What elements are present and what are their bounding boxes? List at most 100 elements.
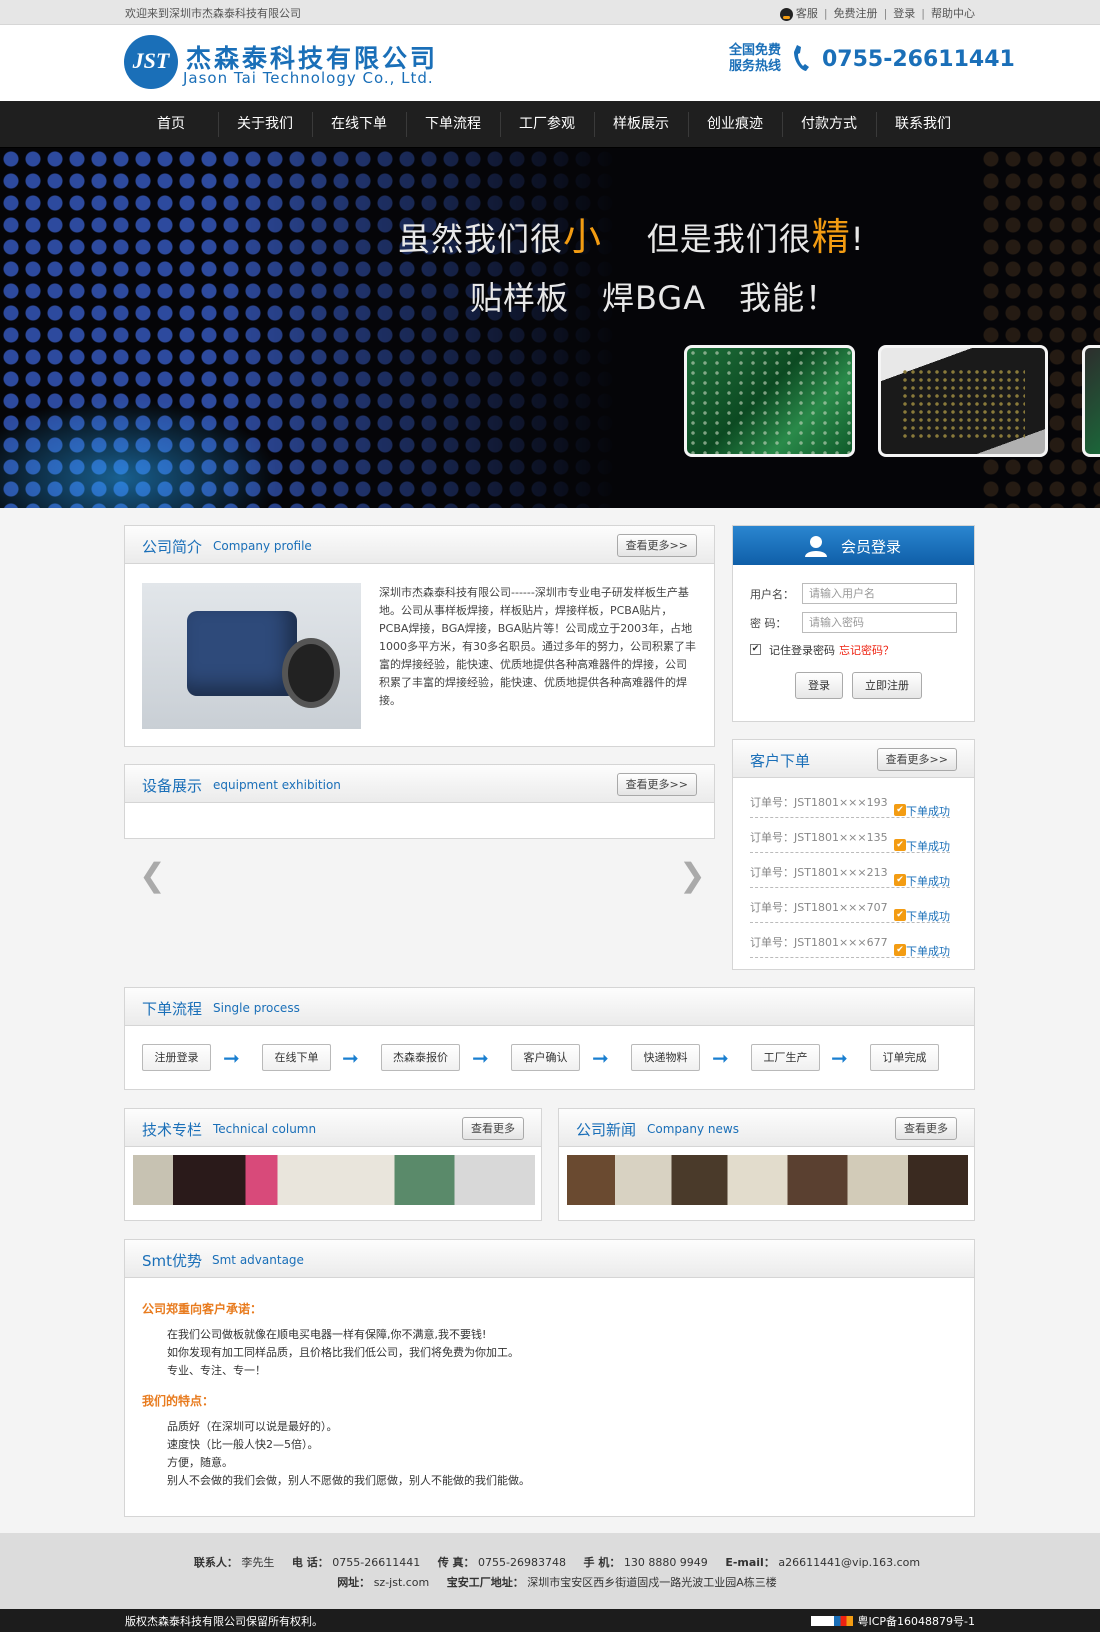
divider: | [883, 6, 888, 20]
arrow-right-icon: ➞ [472, 1046, 489, 1070]
panel-title: 设备展示 [142, 777, 203, 795]
hotline-number: 0755-26611441 [822, 47, 1015, 72]
order-status: 下单成功 [906, 805, 950, 818]
carousel-next-icon[interactable]: ❯ [679, 856, 706, 894]
panel-subtitle: Smt advantage [212, 1253, 304, 1267]
order-item[interactable]: 订单号：JST1801×××213 ✔ 下单成功 [750, 854, 950, 888]
copyright-text: 版权杰森泰科技有限公司保留所有权利。 [125, 1615, 323, 1628]
email-value[interactable]: a26611441@vip.163.com [778, 1556, 920, 1569]
news-image[interactable] [567, 1155, 968, 1205]
fax-label: 传 真： [437, 1556, 475, 1569]
link-help[interactable]: 帮助中心 [931, 5, 975, 21]
nav-contact[interactable]: 联系我们 [876, 101, 970, 148]
panel-header: 公司简介 Company profile 查看更多>> [125, 526, 714, 564]
password-input[interactable]: 请输入密码 [802, 612, 957, 633]
nav-factory[interactable]: 工厂参观 [500, 101, 594, 148]
step-shipping[interactable]: 快递物料 [631, 1044, 700, 1071]
pcb-image-partial[interactable] [1082, 345, 1100, 457]
step-register[interactable]: 注册登录 [142, 1044, 211, 1071]
icp-number[interactable]: 粤ICP备16048879号-1 [857, 1615, 975, 1628]
panel-header: Smt优势 Smt advantage [125, 1240, 974, 1278]
profile-text: 深圳市杰森泰科技有限公司------深圳市专业电子研发样板生产基地。公司从事样板… [379, 586, 696, 707]
nav-online-order[interactable]: 在线下单 [312, 101, 406, 148]
order-item[interactable]: 订单号：JST1801×××677 ✔ 下单成功 [750, 924, 950, 958]
login-button[interactable]: 登录 [795, 672, 843, 699]
panel-header: 公司新闻 Company news 查看更多 [559, 1109, 974, 1147]
remember-checkbox[interactable]: ✔ [750, 644, 761, 655]
hero-banner[interactable]: 虽然我们很小 但是我们很精! 贴样板 焊BGA 我能！ [0, 148, 1100, 508]
top-bar: 欢迎来到深圳市杰森泰科技有限公司 客服 | 免费注册 | 登录 | 帮助中心 [0, 0, 1100, 25]
step-confirm[interactable]: 客户确认 [511, 1044, 580, 1071]
email-label: E-mail： [725, 1556, 775, 1569]
step-quote[interactable]: 杰森泰报价 [381, 1044, 460, 1071]
welcome-text: 欢迎来到深圳市杰森泰科技有限公司 [125, 7, 301, 20]
order-item[interactable]: 订单号：JST1801×××193 ✔ 下单成功 [750, 784, 950, 818]
equipment-panel: 设备展示 equipment exhibition 查看更多>> [124, 764, 715, 839]
engine-image[interactable] [142, 583, 361, 729]
logo-name-en[interactable]: Jason Tai Technology Co., Ltd. [183, 69, 434, 87]
nav-samples[interactable]: 样板展示 [594, 101, 688, 148]
nav-order-process[interactable]: 下单流程 [406, 101, 500, 148]
panel-subtitle: Company news [647, 1122, 739, 1136]
arrow-right-icon: ➞ [712, 1046, 729, 1070]
arrow-right-icon: ➞ [223, 1046, 240, 1070]
order-item[interactable]: 订单号：JST1801×××707 ✔ 下单成功 [750, 889, 950, 923]
contact-label: 联系人： [193, 1556, 238, 1569]
panel-header: 下单流程 Single process [125, 988, 974, 1026]
panel-title: 下单流程 [142, 1000, 203, 1018]
pcb-image-green[interactable] [684, 345, 855, 457]
feature-line: 别人不会做的我们会做，别人不愿做的我们愿做，别人不能做的我们能做。 [167, 1474, 530, 1487]
slogan-part: 但是我们很 [646, 220, 812, 258]
check-icon: ✔ [894, 804, 906, 816]
order-status: 下单成功 [906, 875, 950, 888]
nav-payment[interactable]: 付款方式 [782, 101, 876, 148]
carousel-prev-icon[interactable]: ❮ [139, 856, 166, 894]
panel-title: 公司新闻 [576, 1121, 637, 1139]
nav-about[interactable]: 关于我们 [218, 101, 312, 148]
step-production[interactable]: 工厂生产 [751, 1044, 820, 1071]
forgot-password-link[interactable]: 忘记密码？ [839, 644, 894, 657]
order-number: 订单号：JST1801×××135 [750, 831, 888, 844]
order-number: 订单号：JST1801×××193 [750, 796, 888, 809]
link-service[interactable]: 客服 [796, 5, 818, 21]
step-online-order[interactable]: 在线下单 [262, 1044, 331, 1071]
link-register[interactable]: 免费注册 [834, 5, 878, 21]
view-more-button[interactable]: 查看更多>> [616, 773, 697, 796]
engine-flywheel [282, 638, 340, 708]
panel-subtitle: equipment exhibition [213, 778, 341, 792]
customer-orders-panel: 客户下单 查看更多>> 订单号：JST1801×××193 ✔ 下单成功 订单号：J… [732, 739, 975, 970]
arrow-right-icon: ➞ [342, 1046, 359, 1070]
pcb-image-black[interactable] [878, 345, 1048, 457]
logo[interactable]: JST [124, 35, 178, 89]
site-label: 网址： [337, 1576, 371, 1589]
address-value: 深圳市宝安区西乡街道固戍一路光波工业园A栋三楼 [527, 1576, 777, 1589]
panel-title: 客户下单 [750, 752, 811, 770]
view-more-button[interactable]: 查看更多>> [616, 534, 697, 557]
view-more-button[interactable]: 查看更多 [462, 1117, 524, 1140]
link-login[interactable]: 登录 [893, 5, 915, 21]
username-input[interactable]: 请输入用户名 [802, 583, 957, 604]
step-complete[interactable]: 订单完成 [870, 1044, 939, 1071]
order-item[interactable]: 订单号：JST1801×××135 ✔ 下单成功 [750, 819, 950, 853]
order-number: 订单号：JST1801×××677 [750, 936, 888, 949]
technical-image[interactable] [133, 1155, 535, 1205]
slogan-part: 虽然我们很 [398, 220, 564, 258]
view-more-button[interactable]: 查看更多>> [876, 748, 957, 771]
register-button[interactable]: 立即注册 [852, 672, 922, 699]
logo-mark-text: JST [132, 48, 170, 73]
member-login-panel: 会员登录 用户名： 请输入用户名 密 码： 请输入密码 ✔ 记住登录密码 忘记密码… [732, 525, 975, 722]
site-value[interactable]: sz-jst.com [374, 1576, 430, 1589]
nav-history[interactable]: 创业痕迹 [688, 101, 782, 148]
cnzz-stats-icon[interactable] [811, 1616, 854, 1626]
technical-column-panel: 技术专栏 Technical column 查看更多 [124, 1108, 542, 1221]
check-icon: ✔ [894, 874, 906, 886]
login-title: 会员登录 [841, 538, 902, 556]
hotline-label: 全国免费 服务热线 [729, 43, 782, 74]
feature-line: 品质好（在深圳可以说是最好的）。 [167, 1420, 338, 1433]
qq-icon [779, 7, 793, 21]
feature-line: 速度快（比一般人快2—5倍）。 [167, 1438, 319, 1451]
panel-header: 设备展示 equipment exhibition 查看更多>> [125, 765, 714, 803]
mobile-value: 130 8880 9949 [623, 1556, 708, 1569]
nav-home[interactable]: 首页 [124, 101, 218, 148]
view-more-button[interactable]: 查看更多 [895, 1117, 957, 1140]
